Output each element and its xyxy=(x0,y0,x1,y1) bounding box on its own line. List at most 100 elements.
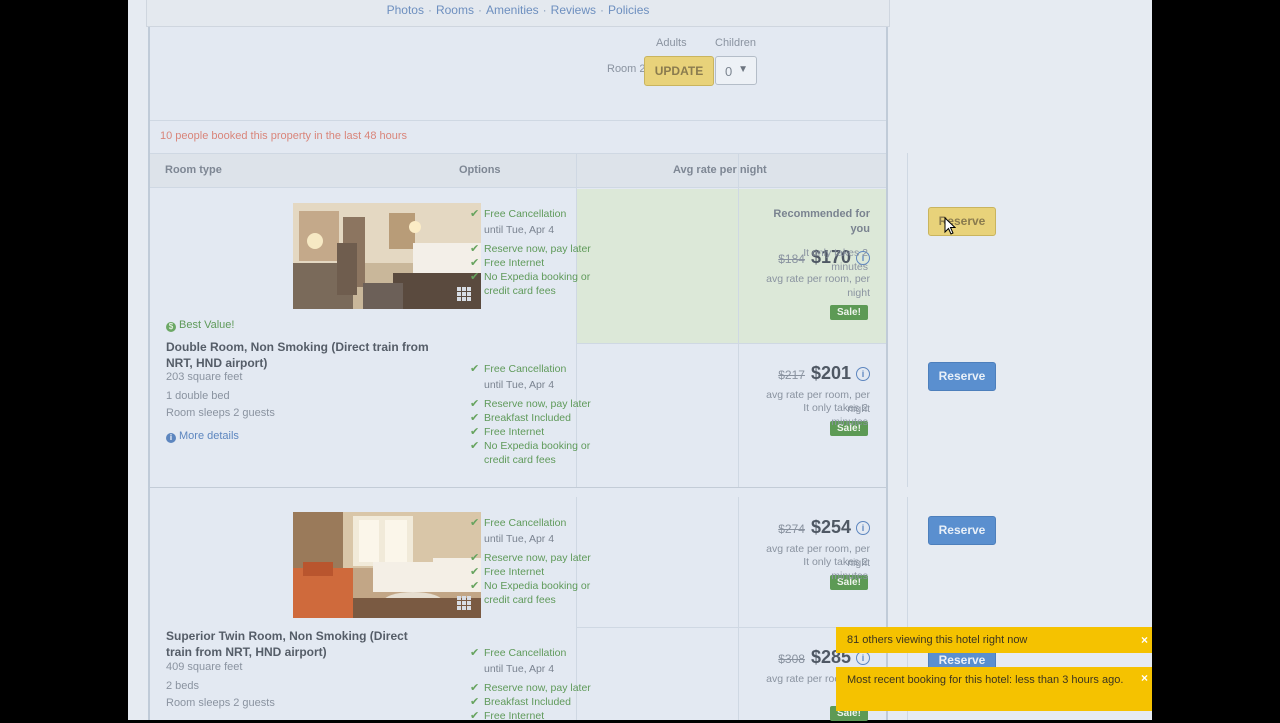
nav-separator: · xyxy=(477,3,482,17)
room-photo-twin[interactable] xyxy=(293,512,481,618)
price-info-icon[interactable]: i xyxy=(856,651,870,665)
children-value: 0 xyxy=(725,64,733,79)
more-details-label: More details xyxy=(179,430,239,442)
option-item: ✔ Reserve now, pay later xyxy=(470,682,591,694)
check-icon: ✔ xyxy=(470,517,480,529)
takes-note: It only takes 2 minutes xyxy=(803,402,868,428)
option-item: ✔ Breakfast Included xyxy=(470,412,571,424)
nav-link-policies[interactable]: Policies xyxy=(608,3,649,17)
rate-divider xyxy=(577,343,886,344)
check-icon: ✔ xyxy=(470,257,480,269)
header-room-type: Room type xyxy=(165,164,222,176)
option-item: ✔ No Expedia booking or credit card fees xyxy=(470,580,591,606)
children-select[interactable]: 0 ▼ xyxy=(715,56,757,85)
check-icon: ✔ xyxy=(470,566,480,578)
booked-notice: 10 people booked this property in the la… xyxy=(160,130,408,142)
room-photo-double[interactable] xyxy=(293,203,481,309)
nav-link-amenities[interactable]: Amenities xyxy=(486,3,539,17)
option-free-cancellation: ✔ Free Cancellation xyxy=(470,517,567,529)
nav-separator: · xyxy=(427,3,432,17)
column-divider xyxy=(907,153,908,487)
toast-text: 81 others viewing this hotel right now xyxy=(847,634,1028,646)
close-icon[interactable]: × xyxy=(1141,671,1148,686)
section-nav: Photos · Rooms · Amenities · Reviews · Policies xyxy=(146,0,890,27)
nav-link-photos[interactable]: Photos xyxy=(387,3,424,17)
room-name[interactable]: Double Room, Non Smoking (Direct train f… xyxy=(166,339,436,371)
best-value-label: Best Value! xyxy=(179,319,235,331)
old-price: $308 xyxy=(778,652,805,666)
gallery-icon[interactable] xyxy=(457,287,471,301)
takes-note: It only takes 2 minutes xyxy=(803,556,868,582)
reserve-button[interactable]: Reserve xyxy=(928,516,996,545)
dollar-icon: $ xyxy=(166,322,176,332)
room-name[interactable]: Superior Twin Room, Non Smoking (Direct … xyxy=(166,628,436,660)
check-icon: ✔ xyxy=(470,710,480,722)
adults-label: Adults xyxy=(656,37,687,49)
best-value-badge: $ Best Value! xyxy=(166,319,234,332)
cancellation-until: until Tue, Apr 4 xyxy=(484,379,555,391)
nav-link-rooms[interactable]: Rooms xyxy=(436,3,474,17)
option-item: ✔ No Expedia booking or credit card fees xyxy=(470,440,591,466)
viewing-toast: 81 others viewing this hotel right now × xyxy=(836,627,1152,653)
children-label: Children xyxy=(715,37,756,49)
header-avg-rate: Avg rate per night xyxy=(673,164,767,176)
option-item: ✔ Free Internet xyxy=(470,257,545,269)
nav-link-reviews[interactable]: Reviews xyxy=(551,3,596,17)
chevron-down-icon: ▼ xyxy=(738,64,748,75)
old-price: $217 xyxy=(778,368,805,382)
toast-text: Most recent booking for this hotel: less… xyxy=(847,674,1124,686)
room-size: 203 square feet xyxy=(166,371,243,383)
price-info-icon[interactable]: i xyxy=(856,367,870,381)
sale-badge: Sale! xyxy=(830,305,868,320)
check-icon: ✔ xyxy=(470,271,480,283)
check-icon: ✔ xyxy=(470,412,480,424)
old-price: $274 xyxy=(778,522,805,536)
check-icon: ✔ xyxy=(470,208,480,220)
price-note: avg rate per room, per night xyxy=(766,273,870,299)
check-icon: ✔ xyxy=(470,243,480,255)
close-icon[interactable]: × xyxy=(1141,627,1148,653)
room-label: Room 2 xyxy=(607,63,646,75)
nav-separator: · xyxy=(542,3,547,17)
check-icon: ✔ xyxy=(470,440,480,452)
update-button[interactable]: UPDATE xyxy=(644,56,714,86)
option-item: ✔ Free Internet xyxy=(470,710,545,722)
check-icon: ✔ xyxy=(470,552,480,564)
info-icon: i xyxy=(166,433,176,443)
rate-options: ✔ Free Cancellation until Tue, Apr 4 ✔ Res… xyxy=(470,362,600,467)
check-icon: ✔ xyxy=(470,363,480,375)
price-info-icon[interactable]: i xyxy=(856,521,870,535)
reserve-button[interactable]: Reserve xyxy=(928,362,996,391)
more-details-link[interactable]: i More details xyxy=(166,430,239,443)
reserve-button[interactable]: Reserve xyxy=(928,207,996,236)
rate-options: ✔ Free Cancellation until Tue, Apr 4 ✔ Res… xyxy=(470,646,600,723)
mouse-cursor-icon xyxy=(944,217,956,235)
check-icon: ✔ xyxy=(470,696,480,708)
header-options: Options xyxy=(459,164,501,176)
option-item: ✔ No Expedia booking or credit card fees xyxy=(470,271,591,297)
room-beds: 2 beds xyxy=(166,680,200,692)
option-free-cancellation: ✔ Free Cancellation xyxy=(470,363,567,375)
price: $201 xyxy=(810,363,851,383)
check-icon: ✔ xyxy=(470,426,480,438)
takes-note: It only takes 2 minutes xyxy=(803,247,868,273)
option-item: ✔ Reserve now, pay later xyxy=(470,552,591,564)
cancellation-until: until Tue, Apr 4 xyxy=(484,224,555,236)
rate-options: ✔ Free Cancellation until Tue, Apr 4 ✔ Res… xyxy=(470,207,600,298)
price: $254 xyxy=(810,517,851,537)
check-icon: ✔ xyxy=(470,398,480,410)
room-sleeps: Room sleeps 2 guests xyxy=(166,697,275,709)
check-icon: ✔ xyxy=(470,682,480,694)
option-item: ✔ Breakfast Included xyxy=(470,696,571,708)
option-item: ✔ Free Internet xyxy=(470,566,545,578)
recommended-label: Recommended for you xyxy=(773,208,870,235)
room-size: 409 square feet xyxy=(166,661,243,673)
room-beds: 1 double bed xyxy=(166,390,230,402)
room-divider xyxy=(150,487,886,488)
option-free-cancellation: ✔ Free Cancellation xyxy=(470,208,567,220)
column-divider xyxy=(738,153,739,487)
gallery-icon[interactable] xyxy=(457,596,471,610)
booking-toast: Most recent booking for this hotel: less… xyxy=(836,667,1152,711)
check-icon: ✔ xyxy=(470,580,480,592)
check-icon: ✔ xyxy=(470,647,480,659)
